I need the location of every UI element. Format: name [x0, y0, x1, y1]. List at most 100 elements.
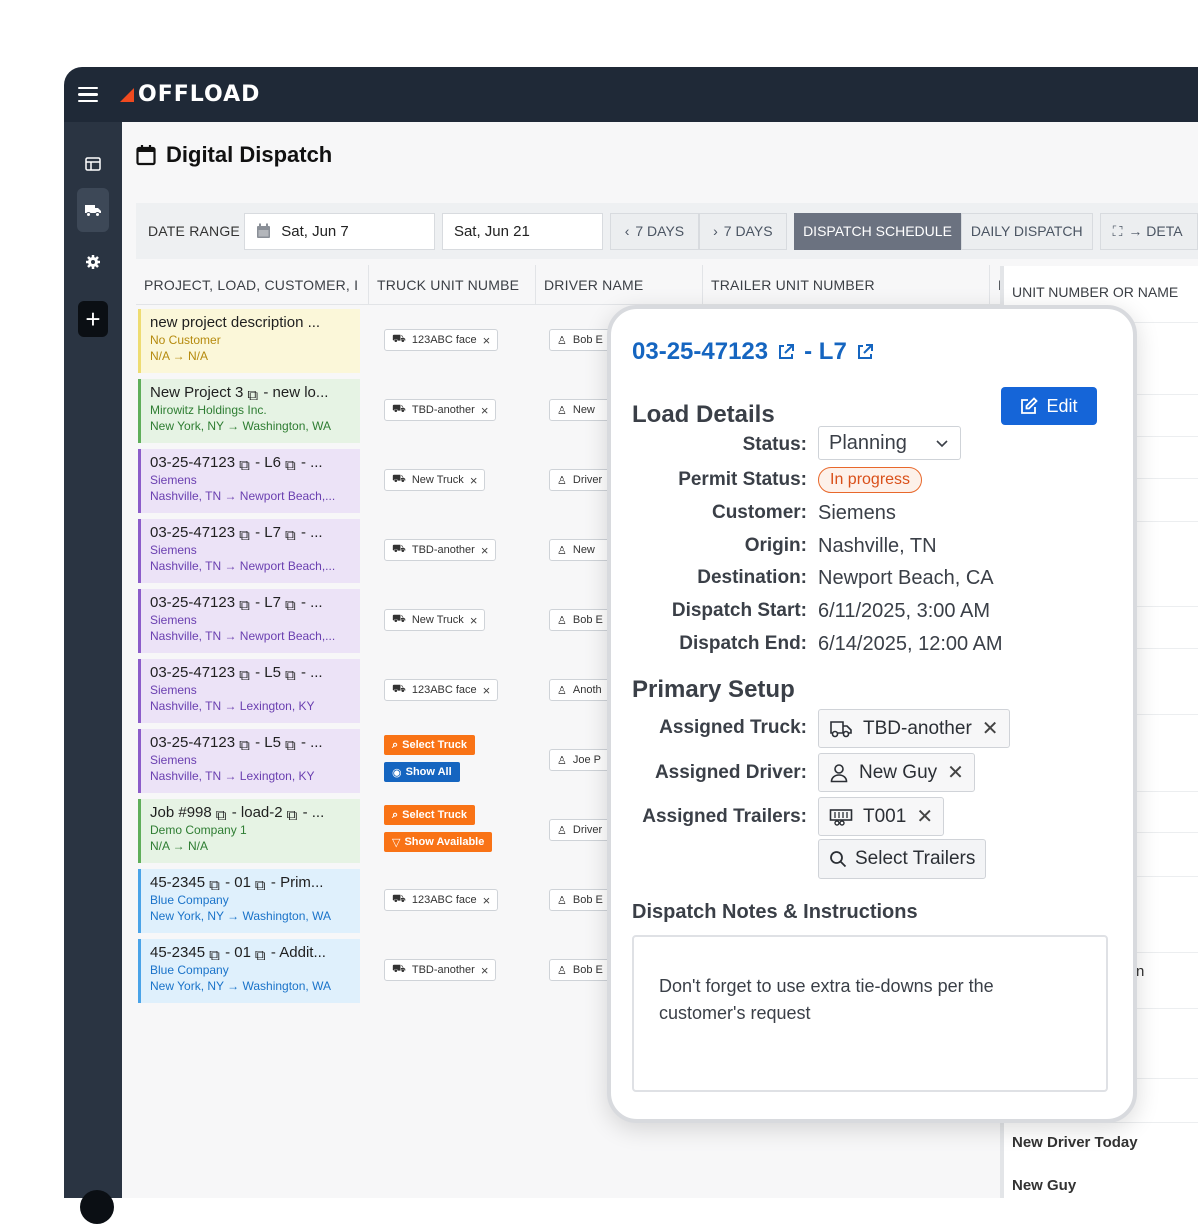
truck-chip[interactable]: ⛟ 123ABC face × [384, 679, 499, 701]
external-link-icon[interactable]: ⧉ [209, 877, 221, 892]
load-card[interactable]: 03-25-47123 ⧉ - L7 ⧉ - ... Siemens Nashville… [138, 589, 360, 653]
dispatch-schedule-tab[interactable]: DISPATCH SCHEDULE [794, 212, 961, 250]
daily-dispatch-tab[interactable]: DAILY DISPATCH [960, 212, 1093, 250]
external-link-icon[interactable]: ⧉ [255, 877, 267, 892]
close-icon[interactable]: ✕ [982, 716, 999, 741]
col-truck[interactable]: TRUCK UNIT NUMBE [369, 264, 536, 305]
assigned-truck-label: Assigned Truck: [659, 717, 807, 738]
load-title: 45-2345 [150, 944, 206, 961]
close-icon[interactable]: × [481, 543, 489, 558]
truck-chip[interactable]: ⛟ TBD-another × [384, 959, 497, 981]
edit-button[interactable]: Edit [1001, 387, 1097, 425]
table-row[interactable]: 03-25-47123 ⧉ - L6 ⧉ - ... Siemens Nashville… [136, 445, 619, 515]
truck-chip[interactable]: ⛟ New Truck × [384, 609, 486, 631]
table-row[interactable]: 45-2345 ⧉ - 01 ⧉ - Addit... Blue Company New… [136, 935, 619, 1005]
close-icon[interactable]: ✕ [947, 760, 964, 785]
col-project[interactable]: PROJECT, LOAD, CUSTOMER, I [136, 264, 369, 305]
start-date-field[interactable]: Sat, Jun 7 [244, 212, 435, 250]
assigned-trailers-label: Assigned Trailers: [642, 806, 807, 827]
external-link-icon[interactable]: ⧉ [285, 597, 297, 612]
load-card[interactable]: 03-25-47123 ⧉ - L5 ⧉ - ... Siemens Nashville… [138, 729, 360, 793]
load-card[interactable]: 03-25-47123 ⧉ - L7 ⧉ - ... Siemens Nashville… [138, 519, 360, 583]
external-link-icon[interactable]: ⧉ [239, 737, 251, 752]
assigned-truck-chip[interactable]: TBD-another ✕ [818, 709, 1010, 748]
end-date-field[interactable]: Sat, Jun 21 [441, 212, 604, 250]
close-icon[interactable]: × [481, 963, 489, 978]
external-link-icon[interactable]: ⧉ [285, 527, 297, 542]
avatar[interactable] [80, 1190, 114, 1224]
load-card[interactable]: 45-2345 ⧉ - 01 ⧉ - Addit... Blue Company New… [138, 939, 360, 1003]
truck-chip[interactable]: ⛟ TBD-another × [384, 399, 497, 421]
status-select[interactable]: Planning [818, 426, 961, 460]
load-suffix-link[interactable]: - L7 [804, 338, 847, 366]
close-icon[interactable]: × [470, 613, 478, 628]
load-card[interactable]: 45-2345 ⧉ - 01 ⧉ - Prim... Blue Company New … [138, 869, 360, 933]
close-icon[interactable]: × [483, 683, 491, 698]
table-row[interactable]: 03-25-47123 ⧉ - L5 ⧉ - ... Siemens Nashville… [136, 655, 619, 725]
details-button[interactable]: ⛶ → DETA [1099, 212, 1198, 250]
show-available-label: Show Available [404, 836, 485, 848]
table-row[interactable]: Job #998 ⧉ - load-2 ⧉ - ... Demo Company 1 N… [136, 795, 619, 865]
table-row[interactable]: 45-2345 ⧉ - 01 ⧉ - Prim... Blue Company New … [136, 865, 619, 935]
close-icon[interactable]: ✕ [916, 804, 933, 829]
add-button[interactable]: + [78, 301, 108, 337]
table-row[interactable]: new project description ... No Customer … [136, 305, 619, 375]
customer-name: Siemens [150, 753, 197, 767]
table-row[interactable]: 03-25-47123 ⧉ - L5 ⧉ - ... Siemens Nashville… [136, 725, 619, 795]
col-driver[interactable]: DRIVER NAME [536, 264, 703, 305]
menu-icon[interactable] [78, 83, 98, 107]
truck-chip[interactable]: ⛟ New Truck × [384, 469, 486, 491]
external-link-icon[interactable]: ⧉ [239, 667, 251, 682]
truck-chip[interactable]: ⛟ TBD-another × [384, 539, 497, 561]
external-link-icon[interactable]: ⧉ [239, 597, 251, 612]
truck-icon: ⛟ [392, 403, 406, 415]
assigned-driver-chip[interactable]: New Guy ✕ [818, 753, 975, 792]
table-row[interactable]: 03-25-47123 ⧉ - L7 ⧉ - ... Siemens Nashville… [136, 585, 619, 655]
close-icon[interactable]: × [481, 403, 489, 418]
external-link-icon[interactable]: ⧉ [247, 387, 259, 402]
external-link-icon[interactable]: ⧉ [287, 807, 299, 822]
table-row[interactable]: New Project 3 ⧉ - new lo... Mirowitz Holdi… [136, 375, 619, 445]
close-icon[interactable]: × [470, 473, 478, 488]
load-card[interactable]: new project description ... No Customer … [138, 309, 360, 373]
load-card[interactable]: Job #998 ⧉ - load-2 ⧉ - ... Demo Company 1 N… [138, 799, 360, 863]
dispatch-notes-textarea[interactable]: Don't forget to use extra tie-downs per … [632, 935, 1108, 1092]
select-trailers-button[interactable]: Select Trailers [818, 839, 987, 879]
show-available-button[interactable]: ▽ Show Available [384, 832, 493, 852]
prev-7-days-button[interactable]: ‹ 7 DAYS [610, 212, 699, 250]
truck-chip[interactable]: ⛟ 123ABC face × [384, 329, 499, 351]
external-link-icon[interactable]: ⧉ [285, 457, 297, 472]
gear-icon[interactable] [77, 246, 109, 278]
external-link-icon[interactable]: ⧉ [239, 527, 251, 542]
list-item[interactable]: New Driver Today [1012, 1134, 1138, 1151]
route: Nashville, TN → Lexington, KY [150, 699, 315, 713]
table-icon[interactable] [77, 148, 109, 180]
external-link-icon[interactable] [855, 342, 875, 362]
select-truck-button[interactable]: ⌕ Select Truck [384, 735, 475, 755]
unit-column-header[interactable]: UNIT NUMBER OR NAME [1012, 284, 1178, 300]
external-link-icon[interactable]: ⧉ [255, 947, 267, 962]
load-number-link[interactable]: 03-25-47123 [632, 338, 768, 366]
close-icon[interactable]: × [483, 333, 491, 348]
load-card[interactable]: New Project 3 ⧉ - new lo... Mirowitz Holdi… [138, 379, 360, 443]
select-truck-button[interactable]: ⌕ Select Truck [384, 805, 475, 825]
show-all-button[interactable]: ◉ Show All [384, 762, 460, 782]
next-7-days-button[interactable]: › 7 DAYS [698, 212, 788, 250]
list-item[interactable]: New Guy [1012, 1177, 1076, 1194]
load-card[interactable]: 03-25-47123 ⧉ - L6 ⧉ - ... Siemens Nashville… [138, 449, 360, 513]
external-link-icon[interactable] [776, 342, 796, 362]
external-link-icon[interactable]: ⧉ [285, 737, 297, 752]
external-link-icon[interactable]: ⧉ [285, 667, 297, 682]
top-bar: OFFLOAD [64, 67, 1198, 122]
external-link-icon[interactable]: ⧉ [216, 807, 228, 822]
external-link-icon[interactable]: ⧉ [209, 947, 221, 962]
trailer-chip[interactable]: T001 ✕ [818, 797, 945, 836]
table-row[interactable]: 03-25-47123 ⧉ - L7 ⧉ - ... Siemens Nashville… [136, 515, 619, 585]
external-link-icon[interactable]: ⧉ [239, 457, 251, 472]
truck-icon: ⛟ [392, 543, 406, 555]
close-icon[interactable]: × [483, 893, 491, 908]
truck-chip[interactable]: ⛟ 123ABC face × [384, 889, 499, 911]
truck-icon[interactable] [77, 188, 109, 232]
col-trailer[interactable]: TRAILER UNIT NUMBER [703, 264, 990, 305]
load-card[interactable]: 03-25-47123 ⧉ - L5 ⧉ - ... Siemens Nashville… [138, 659, 360, 723]
